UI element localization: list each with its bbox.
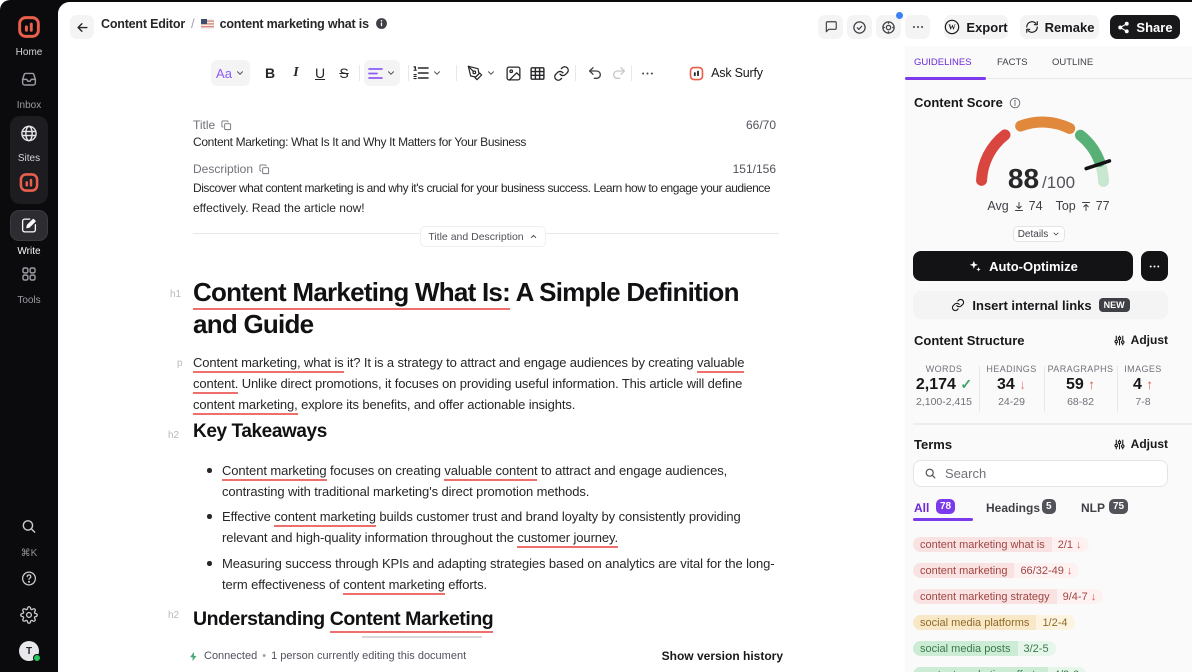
svg-text:W: W [949, 23, 957, 32]
